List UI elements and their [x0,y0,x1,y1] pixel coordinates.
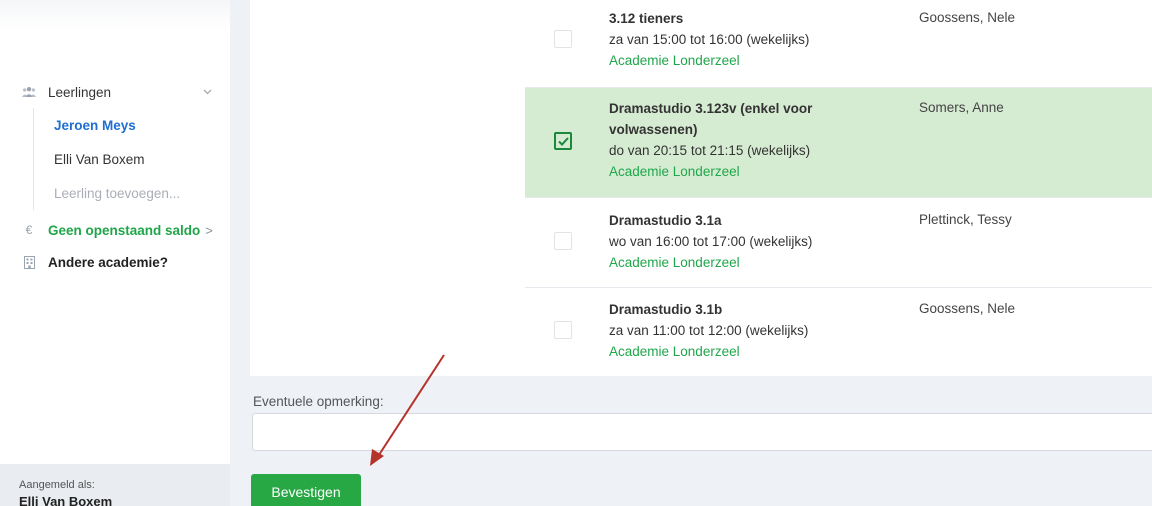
course-location[interactable]: Academie Londerzeel [609,252,879,273]
course-location[interactable]: Academie Londerzeel [609,161,879,182]
sidebar-item-other-academy[interactable]: Andere academie? [0,246,230,278]
sidebar: Leerlingen Jeroen Meys Elli Van Boxem Le… [0,0,230,506]
add-student-link[interactable]: Leerling toevoegen... [54,176,230,210]
chevron-down-icon[interactable] [203,86,212,98]
course-row[interactable]: Dramastudio 3.1b za van 11:00 tot 12:00 … [525,288,1152,376]
sidebar-footer: Aangemeld als: Elli Van Boxem [0,464,230,506]
student-item-jeroen-meys[interactable]: Jeroen Meys [54,108,230,142]
saldo-label: Geen openstaand saldo [48,222,201,238]
student-list: Jeroen Meys Elli Van Boxem Leerling toev… [33,108,230,210]
logged-in-label: Aangemeld als: [19,479,95,491]
course-location[interactable]: Academie Londerzeel [609,341,879,362]
sidebar-nav: Leerlingen Jeroen Meys Elli Van Boxem Le… [0,80,230,278]
remark-input[interactable] [252,413,1152,451]
checkmark-icon [557,136,569,146]
sidebar-item-leerlingen[interactable]: Leerlingen [0,80,230,104]
course-title: Dramastudio 3.123v (enkel voor volwassen… [609,101,813,137]
other-academy-label: Andere academie? [48,254,169,270]
course-location[interactable]: Academie Londerzeel [609,50,879,71]
sidebar-item-saldo[interactable]: € Geen openstaand saldo > [0,214,230,246]
course-title: 3.12 tieners [609,11,684,26]
course-teacher: Somers, Anne [919,100,1004,115]
course-time: wo van 16:00 tot 17:00 (wekelijks) [609,234,813,249]
course-teacher: Goossens, Nele [919,301,1016,316]
course-checkbox[interactable] [554,321,572,339]
course-checkbox[interactable] [554,232,572,250]
chevron-right-icon: > [205,222,213,238]
euro-icon: € [25,223,33,237]
course-title: Dramastudio 3.1b [609,302,723,317]
course-row[interactable]: Dramastudio 3.123v (enkel voor volwassen… [525,88,1152,198]
course-info: 3.12 tieners za van 15:00 tot 16:00 (wek… [609,8,879,71]
sidebar-item-label: Leerlingen [48,84,112,100]
course-teacher: Goossens, Nele [919,10,1016,25]
users-icon [22,85,36,99]
course-time: za van 11:00 tot 12:00 (wekelijks) [609,323,809,338]
course-title: Dramastudio 3.1a [609,213,722,228]
confirm-button[interactable]: Bevestigen [251,474,361,506]
course-row[interactable]: Dramastudio 3.1a wo van 16:00 tot 17:00 … [525,198,1152,288]
course-time: za van 15:00 tot 16:00 (wekelijks) [609,32,810,47]
building-icon [22,255,36,269]
course-list: 3.12 tieners za van 15:00 tot 16:00 (wek… [525,0,1152,376]
course-info: Dramastudio 3.123v (enkel voor volwassen… [609,98,879,182]
remark-label: Eventuele opmerking: [253,394,384,409]
course-row[interactable]: 3.12 tieners za van 15:00 tot 16:00 (wek… [525,0,1152,88]
sidebar-top-fade [0,0,230,30]
course-info: Dramastudio 3.1a wo van 16:00 tot 17:00 … [609,210,879,273]
course-time: do van 20:15 tot 21:15 (wekelijks) [609,143,811,158]
course-info: Dramastudio 3.1b za van 11:00 tot 12:00 … [609,299,879,362]
course-teacher: Plettinck, Tessy [919,212,1012,227]
course-checkbox[interactable] [554,132,572,150]
course-checkbox[interactable] [554,30,572,48]
logged-in-user: Elli Van Boxem [19,494,113,506]
student-item-elli-van-boxem[interactable]: Elli Van Boxem [54,142,230,176]
